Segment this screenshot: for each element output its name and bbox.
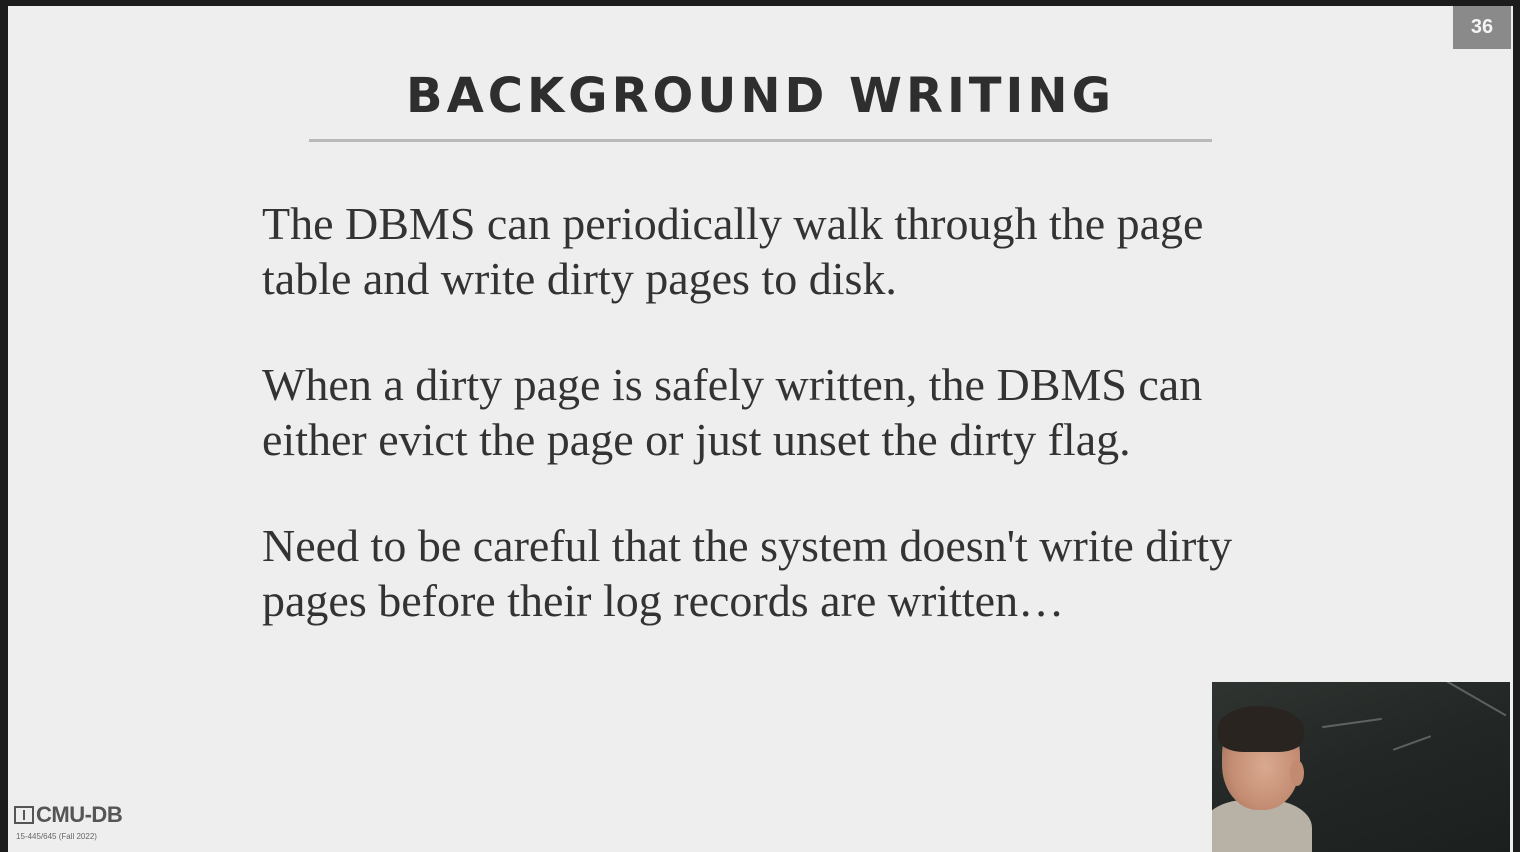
video-frame: 36 BACKGROUND WRITING The DBMS can perio… [0,0,1520,852]
chalk-mark [1322,717,1382,729]
bullet-item: When a dirty page is safely written, the… [262,359,1203,465]
bullet-item: Need to be careful that the system doesn… [262,520,1233,626]
logo-name: CMU-DB [36,802,123,827]
slide-title: BACKGROUND WRITING [406,68,1115,124]
presenter-ear [1290,760,1304,786]
bullet-list: The DBMS can periodically walk through t… [262,196,1272,679]
presenter-hair [1218,706,1304,752]
presenter-webcam [1212,682,1510,852]
course-label: 15-445/645 (Fall 2022) [16,832,97,841]
chalk-mark [1392,735,1432,751]
chalk-mark [1427,682,1507,717]
cmu-db-logo: CMU-DB 15-445/645 (Fall 2022) [14,802,164,848]
database-logo-icon [14,806,34,824]
title-divider [309,139,1212,142]
presentation-slide: 36 BACKGROUND WRITING The DBMS can perio… [8,6,1513,852]
slide-number-badge: 36 [1453,6,1511,49]
bullet-item: The DBMS can periodically walk through t… [262,198,1204,304]
